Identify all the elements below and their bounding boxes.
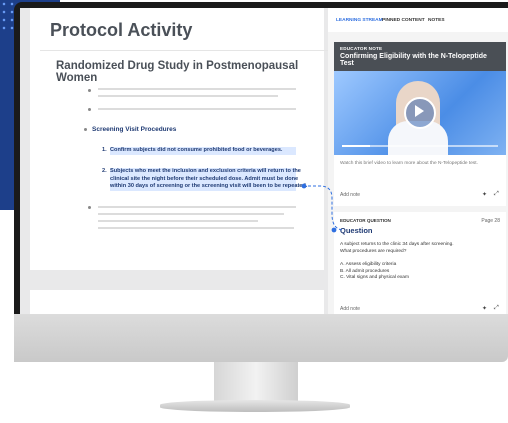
pin-icon[interactable]: ✦ [482,305,487,312]
add-note-button[interactable]: Add note [340,192,360,198]
section-label: Screening Visit Procedures [92,126,177,133]
panel-tabs: LEARNING STREAM PINNED CONTENT NOTES [328,8,508,32]
pin-icon[interactable]: ✦ [482,191,487,198]
question-prompt: What procedures are required? [340,248,407,254]
placeholder-line [98,213,284,215]
expand-icon[interactable]: ⤢ [494,305,499,312]
bullet [88,89,91,92]
note-card-header: EDUCATOR NOTE Confirming Eligibility wit… [334,42,506,71]
note-eyebrow: EDUCATOR NOTE [340,46,383,51]
bullet [88,206,91,209]
placeholder-line [98,108,296,110]
video-progress [342,145,371,147]
title-divider [40,50,334,51]
monitor-stand [214,362,298,402]
learning-panel: LEARNING STREAM PINNED CONTENT NOTES EDU… [328,8,508,316]
placeholder-line [98,220,258,222]
page-title: Protocol Activity [50,20,193,40]
expand-icon[interactable]: ⤢ [494,191,499,198]
monitor-base [160,400,350,412]
tab-pinned-content[interactable]: PINNED CONTENT [382,18,425,23]
page-reference: Page 28 [481,218,500,224]
study-title: Randomized Drug Study in Postmenopausal … [56,60,299,84]
educator-note-card: EDUCATOR NOTE Confirming Eligibility wit… [334,42,506,206]
play-icon [415,105,424,117]
monitor-bezel: Protocol Activity Randomized Drug Study … [14,2,508,327]
tab-notes[interactable]: NOTES [428,18,445,23]
item-number: 1. [102,147,107,153]
tab-learning-stream[interactable]: LEARNING STREAM [336,18,383,23]
procedure-item-line[interactable]: Subjects who meet the inclusion and excl… [110,168,301,176]
placeholder-line [98,88,296,90]
placeholder-line [98,95,278,97]
procedure-item[interactable]: Confirm subjects did not consume prohibi… [110,147,296,155]
bullet [88,108,91,111]
document-page: Protocol Activity Randomized Drug Study … [30,8,334,270]
item-number: 2. [102,168,107,174]
educator-question-card: EDUCATOR QUESTION Page 28 Question A sub… [334,212,506,316]
video-caption: Watch this brief video to learn more abo… [340,161,478,166]
note-title: Confirming Eligibility with the N-Telope… [340,53,487,67]
answer-option[interactable]: C. Vital signs and physical exam [340,275,409,282]
video-player[interactable] [334,71,506,155]
placeholder-line [98,227,294,229]
bullet [84,128,87,131]
monitor-chin [14,314,508,362]
document-page-next [30,290,324,316]
question-eyebrow: EDUCATOR QUESTION [340,218,391,223]
placeholder-line [98,206,296,208]
add-note-button[interactable]: Add note [340,306,360,312]
screen: Protocol Activity Randomized Drug Study … [20,8,508,316]
procedure-item-line[interactable]: within 30 days of screening or the scree… [110,183,307,191]
question-title: Question [340,226,373,235]
procedure-item-line[interactable]: clinical site the night before their sch… [110,175,298,183]
